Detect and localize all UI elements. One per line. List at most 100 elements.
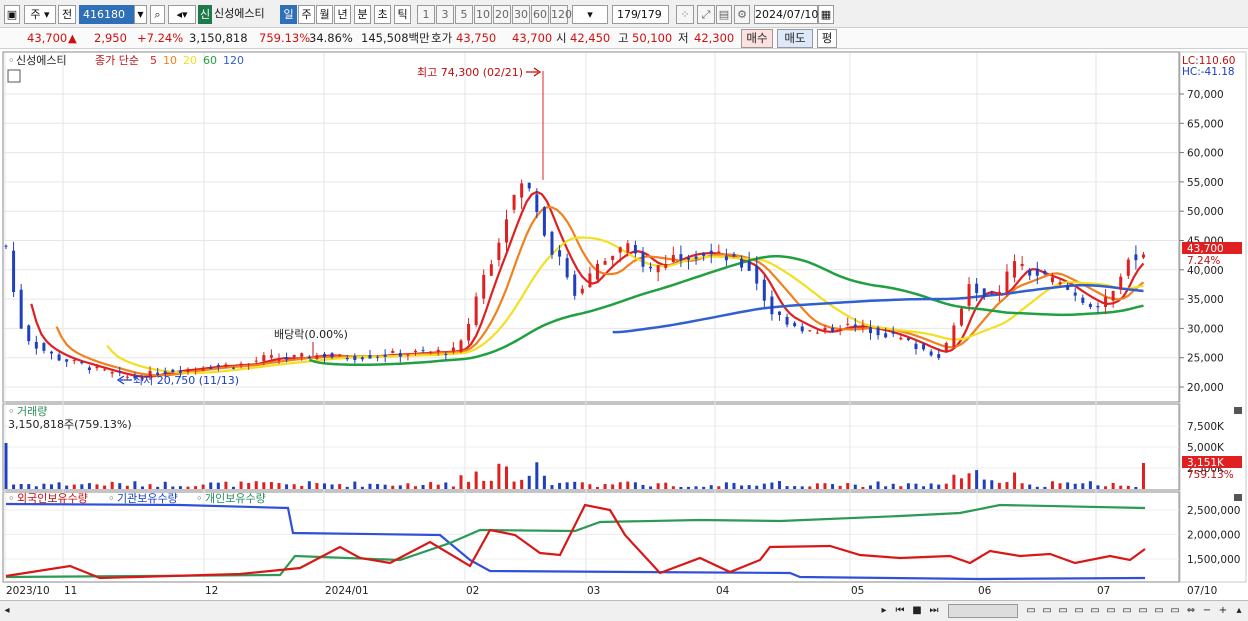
price-tick-label: 20,000 [1187, 382, 1224, 394]
period-button[interactable]: 년 [334, 5, 351, 24]
volume-bar [1020, 483, 1024, 489]
candle-body [990, 293, 994, 295]
prev-button[interactable]: 전 [58, 5, 76, 24]
chart-scrollbar[interactable]: ◂ ▸ ⏮ ■ ⏭ ▭ ▭ ▭ ▭ ▭ ▭ ▭ ▭ ▭ ▭ ⇔ − + ▴ [0, 600, 1248, 621]
period-button[interactable]: 월 [316, 5, 333, 24]
collapse-icon[interactable]: ▴ [1232, 604, 1246, 618]
volume-last-pct: 759.13% [1187, 469, 1234, 481]
layout-icon[interactable]: ▭ [1104, 604, 1118, 618]
interval-button[interactable]: 3 [436, 5, 454, 24]
interval-button[interactable]: 5 [455, 5, 473, 24]
rewind-icon[interactable]: ⏮ [893, 604, 907, 618]
interval-button[interactable]: 120 [550, 5, 572, 24]
sell-button[interactable]: 매도 [777, 29, 813, 48]
layout-icon[interactable]: ▭ [1024, 604, 1038, 618]
layout-icon[interactable]: ▭ [1088, 604, 1102, 618]
chart-type-icon[interactable]: ⤢ [697, 5, 715, 24]
candle-body [224, 364, 228, 368]
ask1: 43,750 [456, 31, 497, 45]
layout-icon[interactable]: ▭ [1040, 604, 1054, 618]
layout-icon[interactable]: ▭ [1056, 604, 1070, 618]
layout-icon[interactable]: ▭ [1136, 604, 1150, 618]
period-button[interactable]: 초 [374, 5, 391, 24]
price-tick-label: 65,000 [1187, 118, 1224, 130]
interval-button[interactable]: 10 [474, 5, 492, 24]
chart-menu-icon[interactable]: ▣ [4, 5, 20, 24]
code-input[interactable]: 416180 [79, 5, 135, 24]
period-button[interactable]: 주 [298, 5, 315, 24]
volume-bar [49, 484, 53, 489]
candle-body [914, 343, 918, 349]
calculator-icon[interactable] [7, 69, 21, 83]
candle-body [1073, 292, 1077, 296]
save-icon[interactable]: ▤ [716, 5, 732, 24]
volume-bar [459, 475, 463, 489]
volume-bar [421, 484, 425, 489]
date-label: 04 [716, 585, 730, 597]
layout-icon[interactable]: ▭ [1168, 604, 1182, 618]
volume-bar [383, 484, 387, 489]
scroll-left-icon[interactable]: ◂ [2, 604, 12, 618]
volume-bar [95, 484, 99, 489]
volume-bar [133, 481, 137, 489]
holdings-panel-close-icon[interactable] [1234, 494, 1242, 501]
search-icon[interactable]: ⌕ [150, 5, 165, 24]
type-select[interactable]: 주 ▾ [24, 5, 56, 24]
interval-button[interactable]: 1 [417, 5, 435, 24]
interval-button[interactable]: 60 [531, 5, 549, 24]
speaker-icon[interactable]: ◂▾ [168, 5, 196, 24]
dividend-annotation: 배당락(0.00%) [274, 328, 348, 341]
eval-button[interactable]: 평 [817, 29, 837, 48]
interval-button[interactable]: 30 [512, 5, 530, 24]
volume-bar [239, 481, 243, 489]
stop-icon[interactable]: ■ [910, 604, 924, 618]
zoom-reset-icon[interactable]: ⇔ [1184, 604, 1198, 618]
candle-body [125, 376, 129, 378]
open-label: 시 [556, 31, 567, 45]
gear-icon[interactable]: ⚙ [734, 5, 750, 24]
layout-icon[interactable]: ▭ [1072, 604, 1086, 618]
volume-bar [868, 485, 872, 489]
volume-bar [1088, 481, 1092, 489]
candle-body [429, 351, 433, 353]
candle-body [686, 257, 690, 260]
volume-panel-close-icon[interactable] [1234, 407, 1242, 414]
volume-bar [231, 486, 235, 489]
stock-chart[interactable]: 70,00065,00060,00055,00050,00045,00040,0… [0, 50, 1248, 600]
foreign-holdings-title: 외국인보유수량 [17, 492, 88, 505]
period-button[interactable]: 틱 [394, 5, 411, 24]
calendar-icon[interactable]: ▦ [818, 5, 834, 24]
count-input[interactable]: 179 [612, 5, 638, 24]
candle-body [747, 261, 751, 271]
candle-body [891, 331, 895, 334]
zoom-in-icon[interactable]: + [1216, 604, 1230, 618]
period-button[interactable]: 분 [354, 5, 371, 24]
zoom-out-icon[interactable]: − [1200, 604, 1214, 618]
volume-bar [952, 474, 956, 489]
holdings-marker-icon: ◦ [196, 492, 203, 505]
date-input[interactable]: 2024/07/10 [754, 5, 818, 24]
interval-dropdown-icon[interactable]: ▾ [572, 5, 608, 24]
code-dropdown-icon[interactable]: ▼ [134, 5, 147, 24]
layout-icon[interactable]: ▭ [1152, 604, 1166, 618]
candle-body [770, 296, 774, 315]
grid-icon[interactable]: ⁘ [676, 5, 694, 24]
period-button[interactable]: 일 [280, 5, 297, 24]
candle-body [19, 289, 23, 329]
candle-body [254, 360, 258, 362]
volume-bar [762, 483, 766, 489]
layout-icon[interactable]: ▭ [1120, 604, 1134, 618]
candle-body [239, 363, 243, 366]
volume-tick-label: 7,500K [1187, 421, 1225, 433]
volume-bar [770, 482, 774, 489]
buy-button[interactable]: 매수 [741, 29, 773, 48]
interval-button[interactable]: 20 [493, 5, 511, 24]
fast-forward-icon[interactable]: ⏭ [927, 604, 941, 618]
zoom-slider[interactable] [948, 604, 1018, 618]
volume-bar [838, 485, 842, 489]
volume-bar [254, 481, 258, 489]
candle-body [1111, 291, 1115, 301]
volume-bar [694, 486, 698, 489]
candle-body [1058, 282, 1062, 285]
scroll-right-icon[interactable]: ▸ [878, 604, 890, 618]
